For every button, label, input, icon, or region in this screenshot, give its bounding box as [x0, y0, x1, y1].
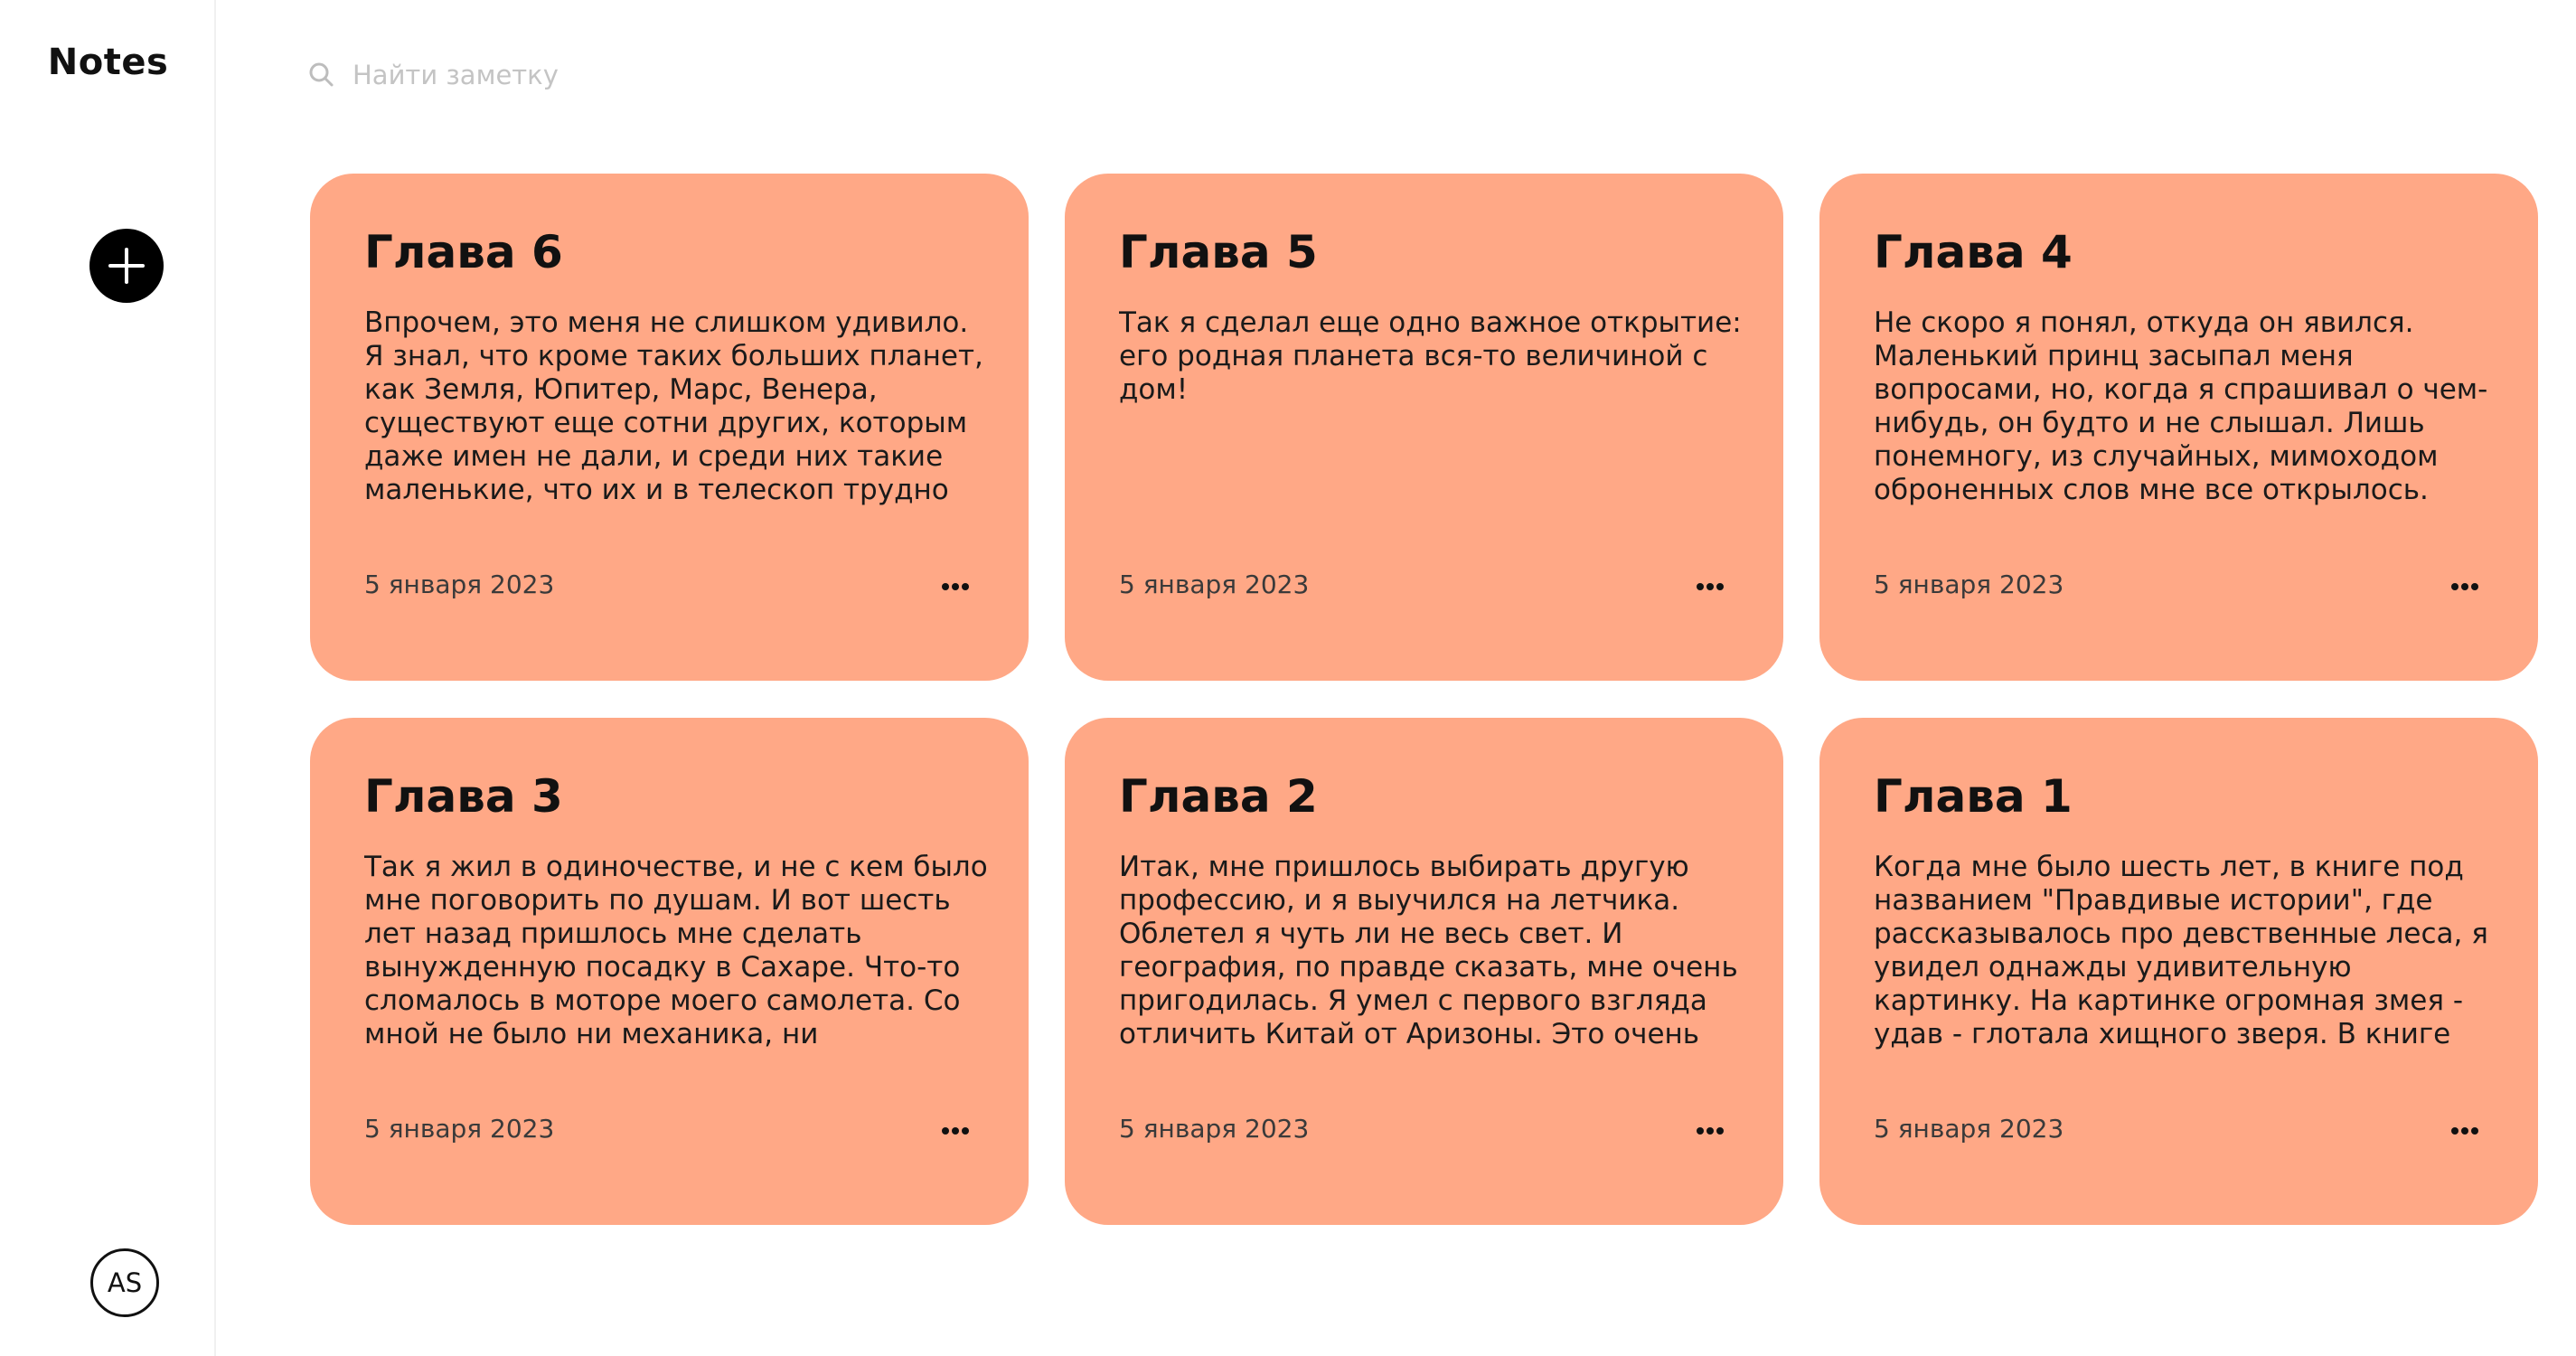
note-card[interactable]: Глава 1 Когда мне было шесть лет, в книг… [1819, 718, 2538, 1225]
notes-app: Notes AS Глава 6 Впрочем, это меня не сл… [0, 0, 2576, 1356]
note-title: Глава 5 [1119, 226, 1318, 278]
more-horizontal-icon[interactable] [2450, 1123, 2479, 1135]
note-date: 5 января 2023 [1874, 1114, 2064, 1144]
note-title: Глава 6 [364, 226, 563, 278]
note-date: 5 января 2023 [364, 1114, 555, 1144]
more-horizontal-icon[interactable] [941, 1123, 970, 1135]
note-title: Глава 2 [1119, 770, 1318, 823]
note-date: 5 января 2023 [1874, 570, 2064, 599]
note-card[interactable]: Глава 4 Не скоро я понял, откуда он явил… [1819, 174, 2538, 681]
note-text: Так я жил в одиночестве, и не с кем было… [364, 851, 988, 1050]
note-text: Не скоро я понял, откуда он явился. Мале… [1874, 306, 2488, 506]
more-horizontal-icon[interactable] [1696, 1123, 1725, 1135]
note-date: 5 января 2023 [364, 570, 555, 599]
notes-grid: Глава 6 Впрочем, это меня не слишком уди… [310, 174, 2543, 1225]
note-text: Впрочем, это меня не слишком удивило. Я … [364, 306, 983, 506]
note-title: Глава 1 [1874, 770, 2073, 823]
note-date: 5 января 2023 [1119, 570, 1310, 599]
sidebar: Notes AS [0, 0, 216, 1356]
app-title: Notes [47, 42, 169, 83]
note-card[interactable]: Глава 2 Итак, мне пришлось выбирать друг… [1065, 718, 1783, 1225]
note-title: Глава 3 [364, 770, 563, 823]
note-text: Так я сделал еще одно важное открытие: е… [1119, 306, 1742, 406]
more-horizontal-icon[interactable] [1696, 579, 1725, 590]
note-card[interactable]: Глава 6 Впрочем, это меня не слишком уди… [310, 174, 1029, 681]
search-icon [307, 61, 336, 89]
search-bar [307, 52, 1030, 98]
plus-icon [108, 248, 145, 284]
note-date: 5 января 2023 [1119, 1114, 1310, 1144]
avatar[interactable]: AS [90, 1248, 159, 1317]
note-text: Итак, мне пришлось выбирать другую профе… [1119, 851, 1738, 1050]
search-input[interactable] [353, 60, 985, 90]
add-note-button[interactable] [89, 229, 164, 303]
more-horizontal-icon[interactable] [2450, 579, 2479, 590]
note-text: Когда мне было шесть лет, в книге под на… [1874, 851, 2488, 1050]
more-horizontal-icon[interactable] [941, 579, 970, 590]
note-card[interactable]: Глава 5 Так я сделал еще одно важное отк… [1065, 174, 1783, 681]
note-title: Глава 4 [1874, 226, 2073, 278]
note-card[interactable]: Глава 3 Так я жил в одиночестве, и не с … [310, 718, 1029, 1225]
